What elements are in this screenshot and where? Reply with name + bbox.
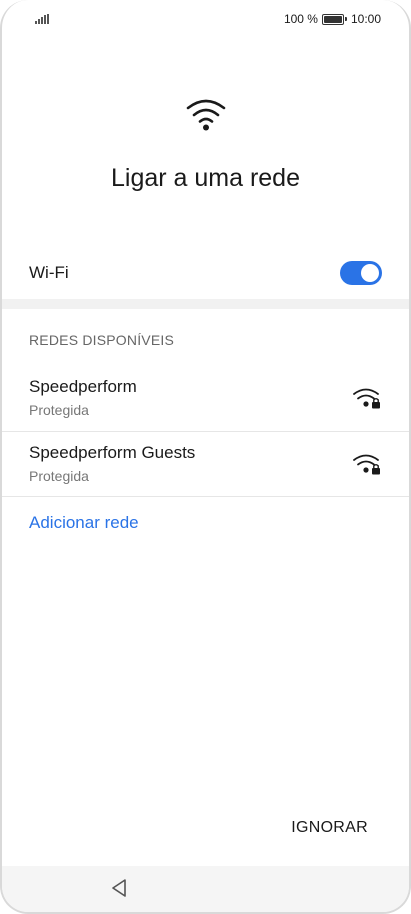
clock: 10:00 <box>350 12 381 26</box>
wifi-icon <box>186 99 225 131</box>
wifi-toggle[interactable] <box>340 261 382 285</box>
toggle-knob <box>361 264 379 282</box>
phone-screen: 100 % 10:00 Ligar a uma rede Wi-Fi REDES… <box>0 0 411 914</box>
status-bar: 100 % 10:00 <box>2 0 409 40</box>
add-network-link[interactable]: Adicionar rede <box>29 513 139 533</box>
available-networks-header: REDES DISPONÍVEIS <box>29 332 174 348</box>
wifi-toggle-row[interactable]: Wi-Fi <box>2 252 409 294</box>
battery-level <box>323 15 342 23</box>
battery-icon <box>321 13 347 25</box>
network-item-speedperform-guests[interactable]: Speedperform Guests Protegida <box>2 431 409 497</box>
skip-button[interactable]: IGNORAR <box>291 819 368 837</box>
back-icon[interactable] <box>110 877 128 899</box>
navigation-bar <box>2 866 409 912</box>
status-right: 100 % 10:00 <box>284 12 381 26</box>
network-item-speedperform[interactable]: Speedperform Protegida <box>2 365 409 431</box>
signal-bars-icon <box>35 14 49 24</box>
page-title: Ligar a uma rede <box>110 164 300 192</box>
wifi-locked-icon <box>353 388 380 409</box>
section-divider <box>2 299 409 309</box>
network-list: Speedperform Protegida Speedperform Gues… <box>2 365 409 497</box>
network-name: Speedperform <box>29 377 137 396</box>
battery-percent: 100 % <box>283 12 318 26</box>
wifi-locked-icon <box>353 454 380 475</box>
network-status: Protegida <box>29 468 89 484</box>
network-status: Protegida <box>29 402 89 418</box>
network-name: Speedperform Guests <box>29 443 196 462</box>
wifi-label: Wi-Fi <box>29 263 69 282</box>
